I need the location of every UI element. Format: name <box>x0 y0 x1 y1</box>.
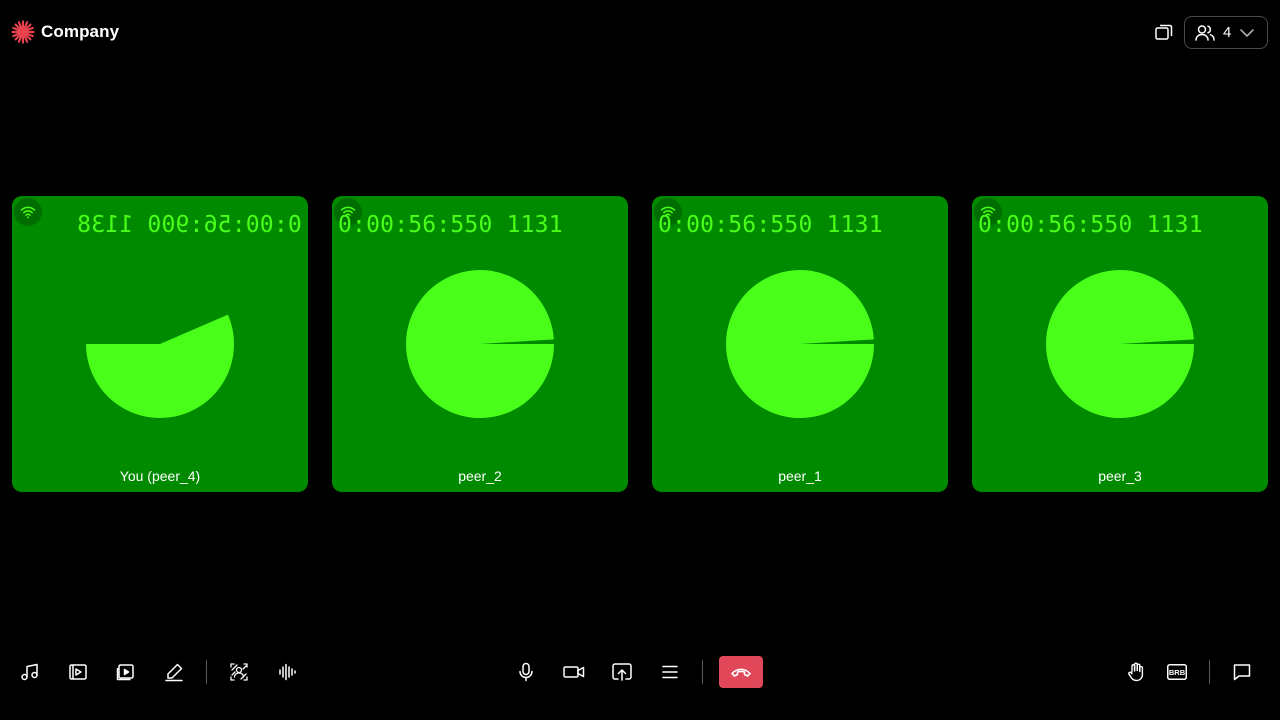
video-play-icon <box>69 664 87 680</box>
audio-waveform-icon <box>279 663 296 681</box>
hangup-icon <box>731 668 751 677</box>
people-icon <box>1195 24 1215 41</box>
more-menu-button[interactable] <box>658 660 682 684</box>
screen-share-icon <box>612 663 632 681</box>
microphone-icon <box>519 662 533 682</box>
chat-button[interactable] <box>1230 660 1254 684</box>
toolbar-divider <box>702 660 703 684</box>
control-bar: BRB <box>0 648 1280 696</box>
video-file-button[interactable] <box>114 660 138 684</box>
menu-icon <box>662 665 678 679</box>
camera-icon <box>563 666 585 678</box>
brb-label: BRB <box>1169 668 1186 677</box>
layout-button[interactable] <box>1152 20 1176 44</box>
chevron-down-icon <box>1240 28 1255 37</box>
video-tile-peer[interactable]: 0:00:56:550 1131 peer_2 <box>332 196 628 492</box>
pie-graphic <box>726 270 874 419</box>
timer-text: 0:00:56:550 1131 <box>338 212 563 238</box>
pie-graphic <box>406 270 554 419</box>
layout-icon <box>1155 24 1173 40</box>
play-video-button[interactable] <box>66 660 90 684</box>
video-file-icon <box>116 664 134 681</box>
pie-graphic <box>1046 270 1194 419</box>
virtual-background-button[interactable] <box>227 660 251 684</box>
participant-name: peer_2 <box>458 468 502 484</box>
pie-graphic <box>86 314 235 419</box>
toolbar-divider <box>206 660 207 684</box>
video-tile-self[interactable]: 0:00:56:900 1138 You (peer_4) <box>12 196 308 492</box>
wifi-icon <box>20 206 36 219</box>
participant-name: peer_1 <box>778 468 822 484</box>
leave-call-button[interactable] <box>719 656 763 688</box>
raise-hand-icon <box>1128 662 1144 682</box>
participants-button[interactable]: 4 <box>1184 16 1268 49</box>
participants-count: 4 <box>1223 24 1232 41</box>
camera-button[interactable] <box>562 660 586 684</box>
network-status <box>14 198 42 226</box>
music-icon <box>21 663 38 681</box>
brb-button[interactable]: BRB <box>1165 660 1189 684</box>
screen-share-button[interactable] <box>610 660 634 684</box>
whiteboard-button[interactable] <box>162 660 186 684</box>
toolbar-divider <box>1209 660 1210 684</box>
video-tile-peer[interactable]: 0:00:56:550 1131 peer_3 <box>972 196 1268 492</box>
logo-icon <box>11 20 35 44</box>
timer-text: 0:00:56:900 1138 <box>77 212 302 238</box>
brand-name: Company <box>41 22 120 41</box>
timer-text: 0:00:56:550 1131 <box>978 212 1203 238</box>
noise-suppression-button[interactable] <box>275 660 299 684</box>
participant-name: You (peer_4) <box>119 468 201 484</box>
chat-icon <box>1233 664 1251 681</box>
whiteboard-pen-icon <box>165 663 183 682</box>
virtual-background-icon <box>230 663 248 681</box>
raise-hand-button[interactable] <box>1124 660 1148 684</box>
microphone-button[interactable] <box>514 660 538 684</box>
timer-text: 0:00:56:550 1131 <box>658 212 883 238</box>
brb-icon: BRB <box>1167 664 1187 680</box>
participant-name: peer_3 <box>1098 468 1142 484</box>
music-button[interactable] <box>18 660 42 684</box>
brand-logo: Company <box>11 20 119 44</box>
header: Company 4 <box>0 0 1280 64</box>
video-tile-peer[interactable]: 0:00:56:550 1131 peer_1 <box>652 196 948 492</box>
